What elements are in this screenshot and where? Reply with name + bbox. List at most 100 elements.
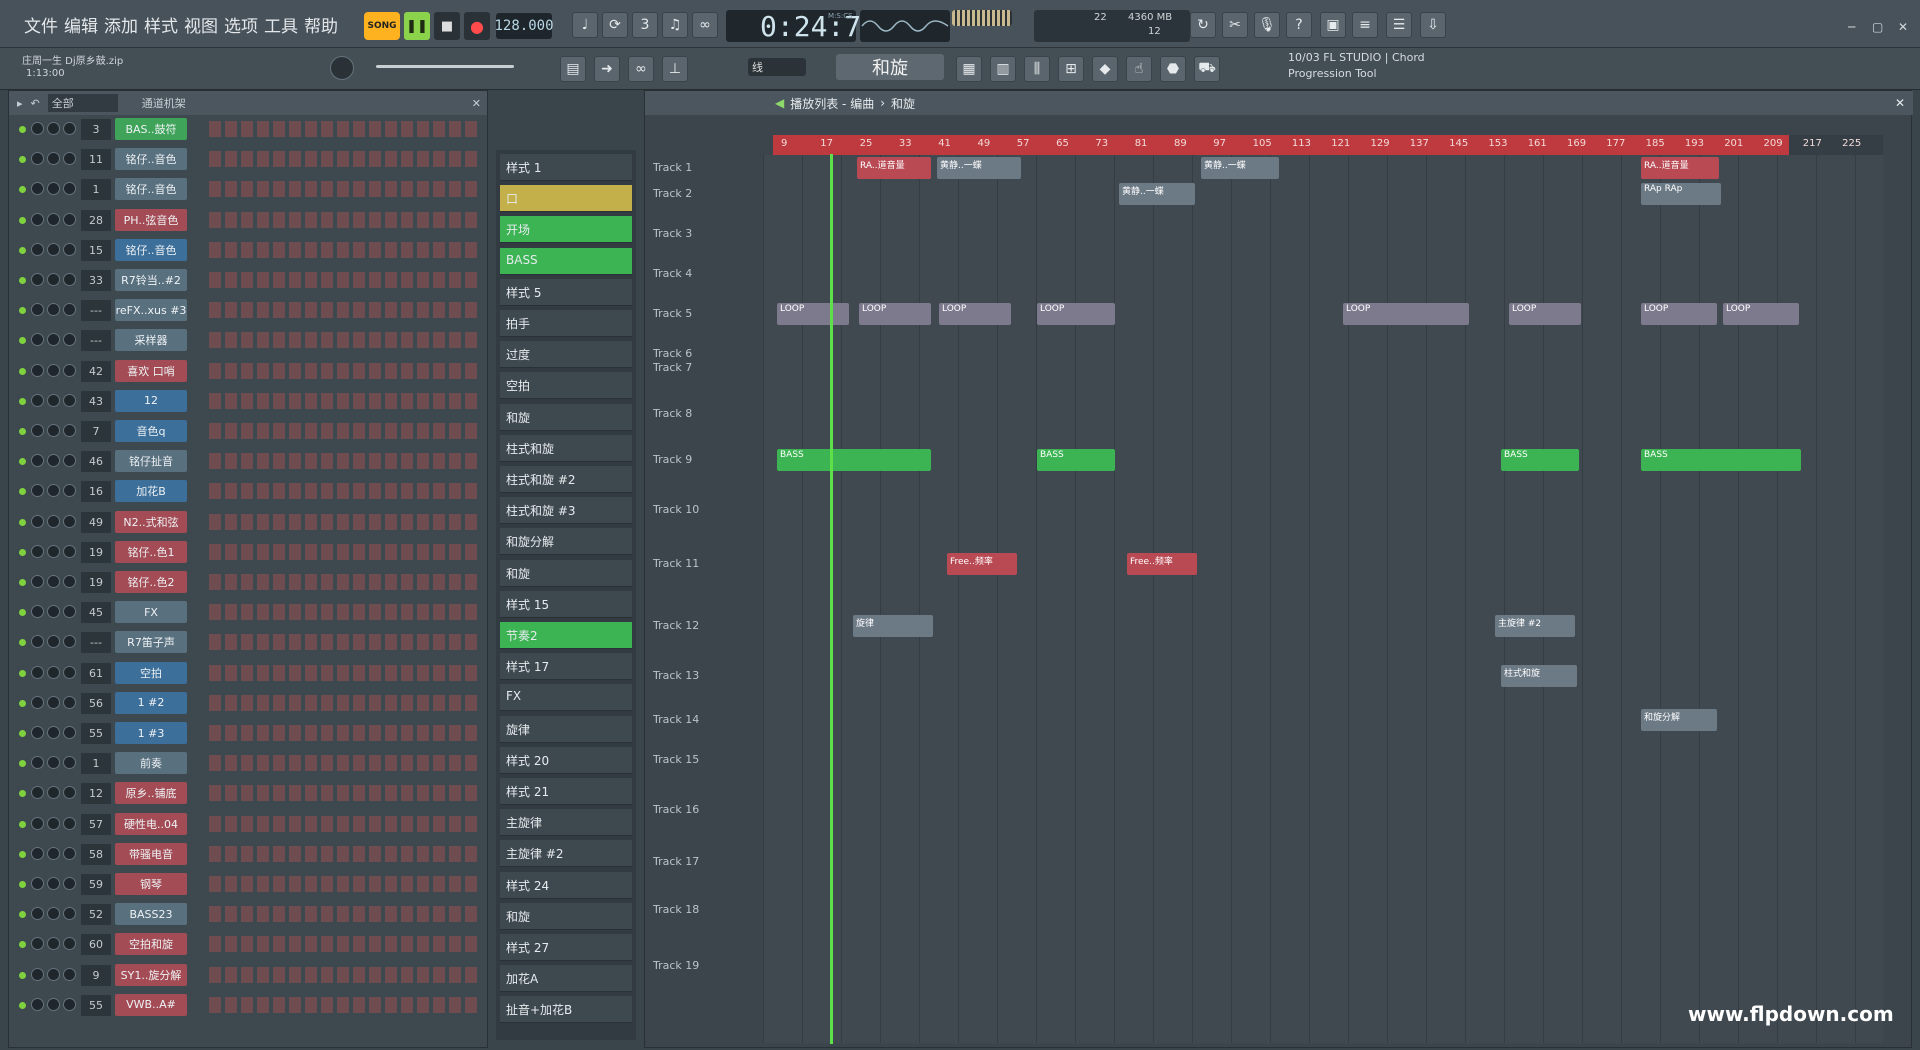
playlist-clip[interactable]: LOOP <box>1037 303 1115 325</box>
blend-icon[interactable]: ∞ <box>692 12 718 38</box>
channel-row[interactable]: 45 FX <box>9 598 487 626</box>
volume-knob[interactable] <box>47 303 60 317</box>
step-sequencer[interactable] <box>209 513 479 530</box>
pan-knob[interactable] <box>31 786 44 800</box>
step-sequencer[interactable] <box>209 121 479 137</box>
channel-name-button[interactable]: FX <box>115 601 187 624</box>
volume-knob[interactable] <box>47 212 60 226</box>
track-label[interactable]: Track 13 <box>653 669 699 682</box>
channel-name-button[interactable]: 原乡..铺底 <box>115 782 187 805</box>
step-sequencer[interactable] <box>209 936 479 953</box>
channel-led[interactable] <box>19 669 26 677</box>
mixer-track-number[interactable]: 28 <box>81 209 111 231</box>
volume-knob[interactable] <box>47 273 60 286</box>
volume-knob[interactable] <box>47 877 60 890</box>
pan-knob[interactable] <box>31 484 44 498</box>
mixer-track-number[interactable]: 19 <box>81 572 111 593</box>
step-sequencer[interactable] <box>209 906 479 923</box>
channel-row[interactable]: 1 铭仔..音色 <box>9 175 487 203</box>
channel-led[interactable] <box>19 428 26 435</box>
countdown-icon[interactable]: 3 <box>632 12 658 38</box>
playlist-clip[interactable]: 黄静..一蝶 <box>1201 157 1279 179</box>
pattern-item[interactable]: 旋律 <box>500 715 632 743</box>
mixer-track-number[interactable]: 11 <box>81 149 111 171</box>
pattern-item[interactable]: 样式 27 <box>500 934 632 961</box>
pan-knob[interactable] <box>31 877 44 890</box>
pan-knob[interactable] <box>31 635 44 649</box>
shop-icon[interactable]: ⬣ <box>1160 56 1186 82</box>
mixer-track-number[interactable]: 57 <box>81 813 111 835</box>
track-label[interactable]: Track 9 <box>653 453 692 466</box>
pan-knob[interactable] <box>31 152 44 166</box>
channel-name-button[interactable]: R7笛子声 <box>115 631 187 654</box>
pan-knob[interactable] <box>31 242 44 256</box>
playlist-clip[interactable]: BASS <box>1501 449 1579 471</box>
channel-name-button[interactable]: 前奏 <box>115 752 187 775</box>
mixer-track-knob[interactable] <box>63 424 76 437</box>
link-icon[interactable]: ∞ <box>628 56 654 82</box>
mixer-track-number[interactable]: 42 <box>81 360 111 382</box>
mixer-track-knob[interactable] <box>63 393 76 407</box>
channel-row[interactable]: --- reFX..xus #3 <box>9 296 487 324</box>
playlist-clip[interactable]: BASS <box>777 449 931 471</box>
close-icon[interactable]: ✕ <box>1895 96 1905 110</box>
channel-name-button[interactable]: R7铃当..#2 <box>115 269 187 291</box>
mixer-track-knob[interactable] <box>63 786 76 800</box>
mic-icon[interactable]: 🎙 <box>1254 12 1280 38</box>
playlist-clip[interactable]: LOOP <box>1509 303 1581 325</box>
pan-knob[interactable] <box>31 303 44 317</box>
pattern-item[interactable]: 柱式和旋 #2 <box>500 466 632 493</box>
mixer-track-knob[interactable] <box>63 877 76 890</box>
pattern-item[interactable]: 柱式和旋 <box>500 434 632 462</box>
mixer-track-knob[interactable] <box>63 635 76 649</box>
channel-row[interactable]: 19 铭仔..色2 <box>9 568 487 596</box>
timeline-ruler[interactable]: 9 17 25 33 41 49 57 65 73 81 89 97 105 113 121 129 137 14… <box>773 135 1883 155</box>
channel-row[interactable]: 57 硬性电..04 <box>9 810 487 838</box>
pattern-item[interactable]: 开场 <box>500 216 632 244</box>
channel-row[interactable]: 28 PH..弦音色 <box>9 206 487 234</box>
channel-name-button[interactable]: 铭仔..音色 <box>115 238 187 261</box>
pan-knob[interactable] <box>31 695 44 709</box>
track-label[interactable]: Track 8 <box>653 407 692 420</box>
mixer-track-knob[interactable] <box>63 514 76 528</box>
channel-name-button[interactable]: 加花B <box>115 480 187 503</box>
pattern-item[interactable]: 和旋 <box>500 902 632 930</box>
volume-knob[interactable] <box>47 756 60 770</box>
pan-knob[interactable] <box>31 424 44 437</box>
record-button[interactable]: ● <box>464 12 490 40</box>
mixer-track-knob[interactable] <box>63 937 76 951</box>
channel-led[interactable] <box>19 337 26 345</box>
channel-name-button[interactable]: 硬性电..04 <box>115 812 187 835</box>
pan-knob[interactable] <box>31 907 44 921</box>
pattern-item[interactable]: 过度 <box>500 341 632 369</box>
channel-name-button[interactable]: BAS..鼓符 <box>115 118 187 140</box>
channel-row[interactable]: 43 12 <box>9 387 487 415</box>
track-label[interactable]: Track 18 <box>653 903 699 916</box>
mixer-track-number[interactable]: 43 <box>81 390 111 412</box>
mixer-track-number[interactable]: 49 <box>81 511 111 533</box>
arrow-icon[interactable]: ➜ <box>594 56 620 82</box>
mixer-track-knob[interactable] <box>63 846 76 860</box>
channel-name-button[interactable]: 铭仔扯音 <box>115 450 187 473</box>
mixer-track-number[interactable]: 33 <box>81 270 111 291</box>
channel-row[interactable]: --- 采样器 <box>9 326 487 354</box>
track-label[interactable]: Track 11 <box>653 557 699 570</box>
track-label[interactable]: Track 10 <box>653 503 699 516</box>
channel-name-button[interactable]: 铭仔..色2 <box>115 571 187 593</box>
channel-led[interactable] <box>19 246 26 254</box>
volume-knob[interactable] <box>47 967 60 981</box>
mixer-track-number[interactable]: 1 <box>81 179 111 201</box>
channel-name-button[interactable]: N2..式和弦 <box>115 510 187 533</box>
step-sequencer[interactable] <box>209 785 479 802</box>
channel-row[interactable]: 55 VWB..A# <box>9 991 487 1019</box>
channel-led[interactable] <box>19 518 26 526</box>
pattern-item[interactable]: 节奏2 <box>500 622 632 649</box>
mixer-track-knob[interactable] <box>63 303 76 317</box>
channel-name-button[interactable]: BASS23 <box>115 903 187 926</box>
channel-led[interactable] <box>19 1001 26 1009</box>
menu-item[interactable]: 样式 <box>144 12 178 37</box>
playlist-clip[interactable]: BASS <box>1037 449 1115 471</box>
channel-led[interactable] <box>19 458 26 466</box>
volume-knob[interactable] <box>47 786 60 800</box>
track-label[interactable]: Track 2 <box>653 187 692 200</box>
